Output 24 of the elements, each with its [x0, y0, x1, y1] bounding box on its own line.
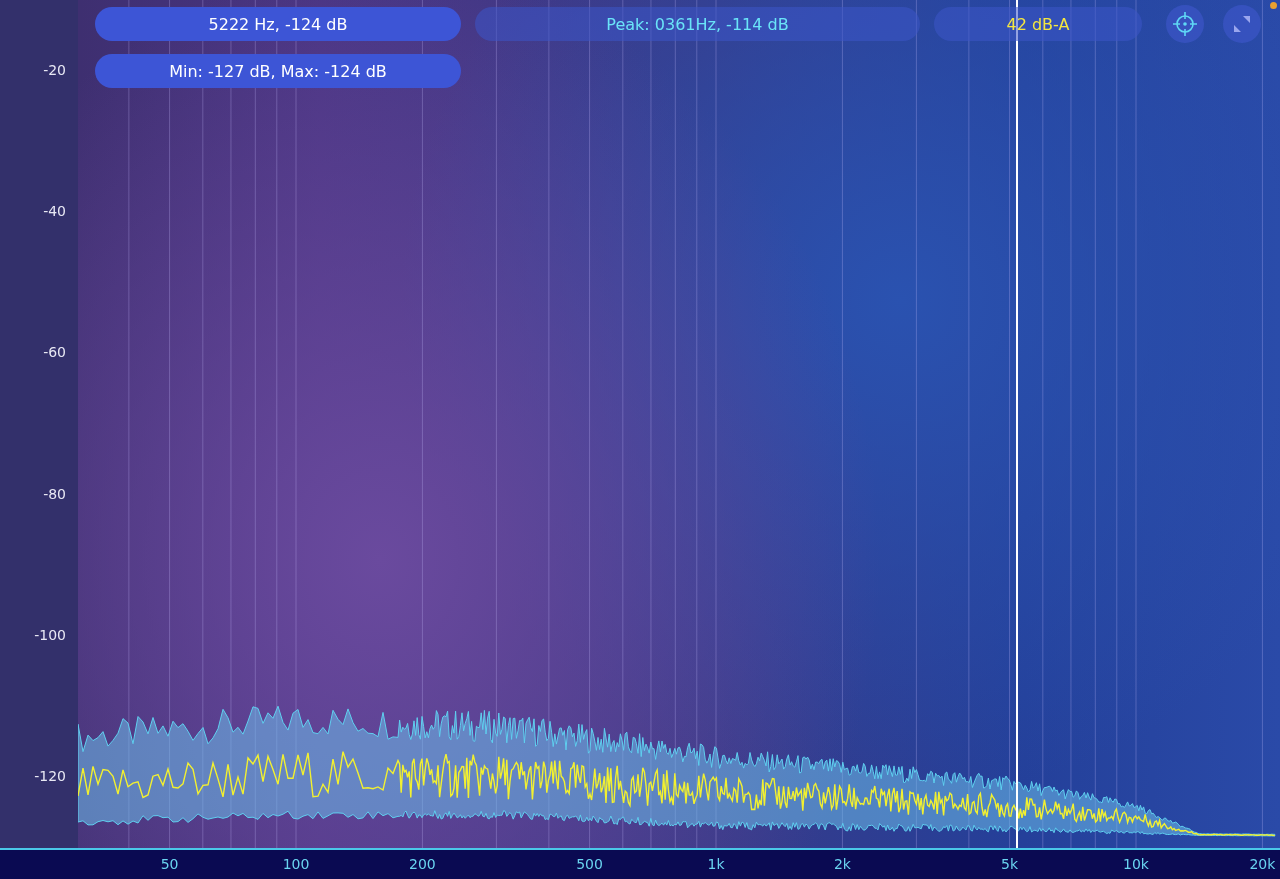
axis-label: 1k	[706, 856, 726, 872]
axis-label: 2k	[832, 856, 852, 872]
axis-label: -40	[43, 202, 66, 221]
axis-label: -100	[34, 625, 66, 644]
axis-label: -20	[43, 61, 66, 79]
axis-label: -80	[43, 484, 66, 503]
expand-button[interactable]	[1223, 5, 1261, 43]
axis-label: 10k	[1122, 856, 1150, 872]
crosshair-button[interactable]	[1166, 5, 1204, 43]
peak-readout: Peak: 0361Hz, -114 dB	[475, 7, 920, 41]
axis-label: 100	[281, 856, 311, 872]
axis-label: 200	[408, 856, 437, 872]
level-readout: 42 dB-A	[934, 7, 1142, 41]
axis-label: 50	[159, 856, 180, 872]
status-dot	[1270, 2, 1277, 9]
expand-icon	[1232, 14, 1252, 34]
axis-label: 20k	[1248, 856, 1277, 872]
axis-label: 500	[575, 856, 604, 872]
axis-label: -120	[34, 767, 66, 785]
min-max-readout: Min: -127 dB, Max: -124 dB	[95, 54, 461, 88]
cursor-readout: 5222 Hz, -124 dB	[95, 7, 461, 41]
axis-label: -60	[43, 343, 66, 362]
axis-label: 5k	[1000, 856, 1020, 872]
crosshair-icon	[1172, 11, 1198, 37]
